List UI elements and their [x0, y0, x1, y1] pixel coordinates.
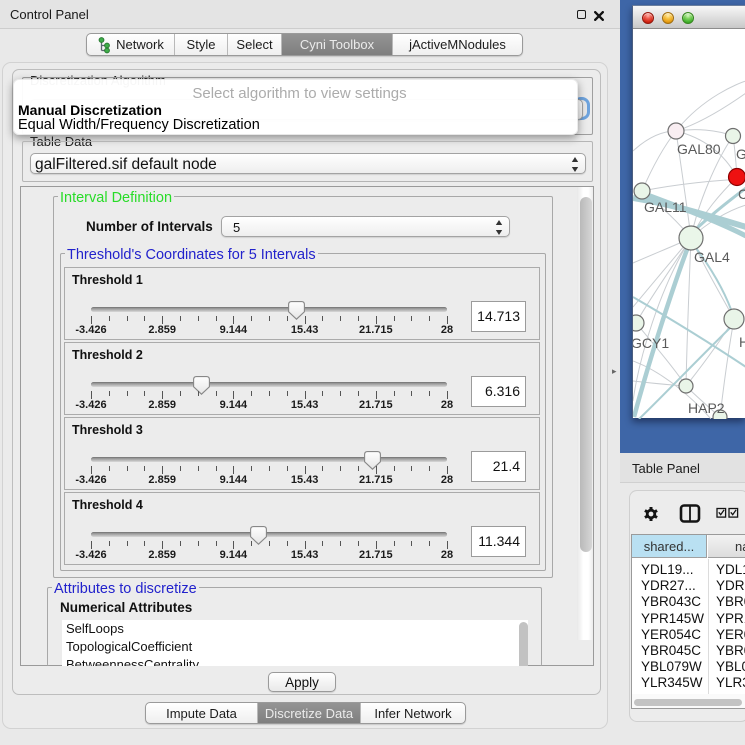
svg-text:GCY1: GCY1: [633, 335, 669, 351]
svg-text:C: C: [738, 186, 745, 202]
svg-text:GAL80: GAL80: [677, 141, 721, 157]
svg-text:GA: GA: [736, 146, 745, 162]
svg-text:H: H: [739, 334, 745, 350]
svg-text:GAL4: GAL4: [694, 249, 730, 265]
svg-text:GAL11: GAL11: [644, 199, 687, 215]
svg-text:HAP2: HAP2: [688, 400, 725, 416]
